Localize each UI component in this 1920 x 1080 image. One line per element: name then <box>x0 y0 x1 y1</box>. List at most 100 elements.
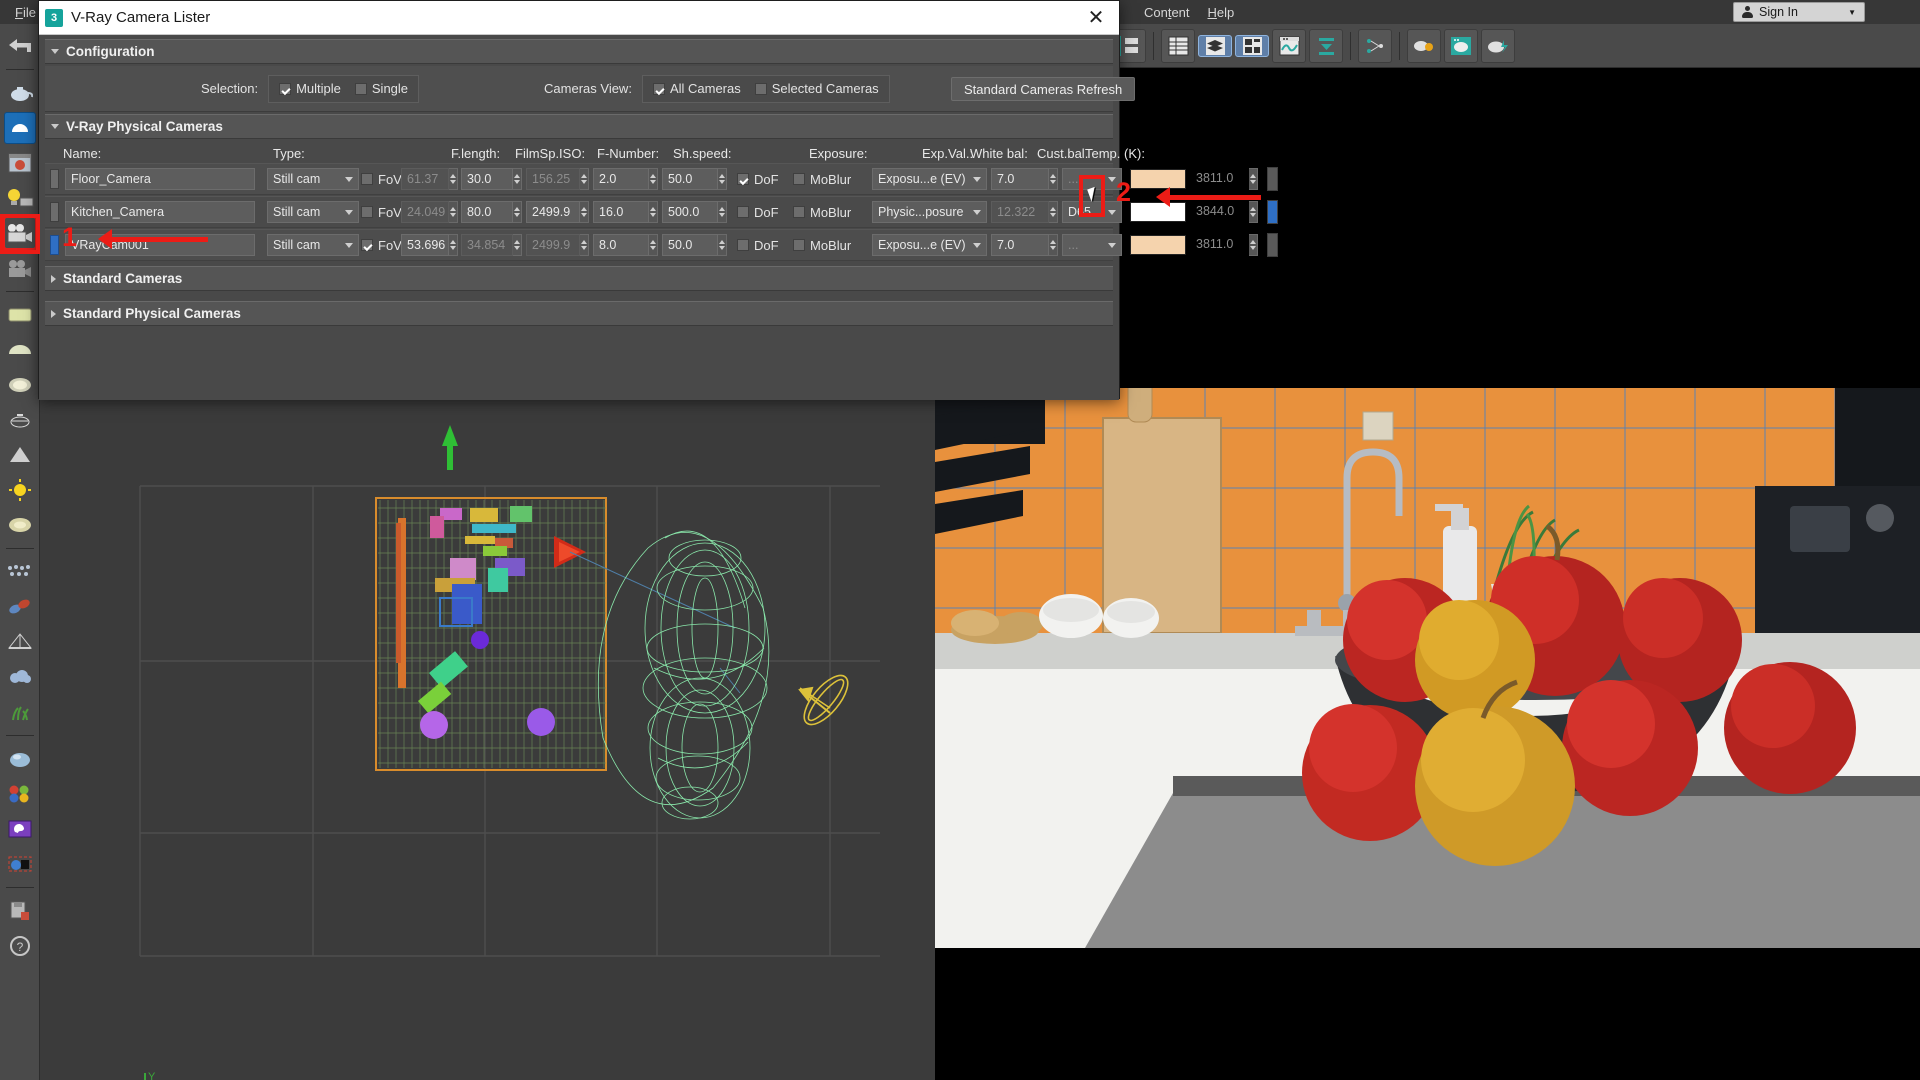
vray-camera-lister-dialog[interactable]: 3 V-Ray Camera Lister ✕ Configuration Se… <box>38 0 1278 400</box>
fnumber-input[interactable]: 16.0 <box>593 201 649 223</box>
filmspeed-input[interactable]: 2499.9 <box>526 234 580 256</box>
flength-input[interactable]: 30.0 <box>461 168 513 190</box>
render-frame-icon[interactable] <box>1481 28 1515 63</box>
sphere-half-icon[interactable] <box>4 334 36 366</box>
filmspeed-spinner[interactable] <box>580 201 589 223</box>
exposure-select[interactable]: Physic...posure <box>872 201 987 223</box>
filmspeed-input[interactable]: 2499.9 <box>526 201 580 223</box>
dof-checkbox[interactable]: DoF <box>737 205 779 220</box>
fnumber-spinner[interactable] <box>649 201 658 223</box>
row-scroll-handle[interactable] <box>1267 200 1278 224</box>
row-select-handle[interactable] <box>50 169 59 189</box>
rollout-standard-physical-cameras[interactable]: Standard Physical Cameras <box>45 301 1113 326</box>
menu-item-help[interactable]: Help <box>1199 2 1244 23</box>
scene-explorer-icon[interactable] <box>1235 34 1269 57</box>
help-icon[interactable]: ? <box>4 930 36 962</box>
temp-spinner[interactable] <box>1249 168 1258 190</box>
render-setup-icon[interactable] <box>1444 28 1478 63</box>
filmspeed-spinner[interactable] <box>580 234 589 256</box>
temp-input[interactable]: 3811.0 <box>1191 234 1249 256</box>
checkbox-selected-cameras[interactable]: Selected Cameras <box>754 81 879 96</box>
fov-spinner[interactable] <box>449 234 458 256</box>
import-icon[interactable] <box>1309 28 1343 63</box>
shspeed-spinner[interactable] <box>718 234 727 256</box>
dof-checkbox[interactable]: DoF <box>737 238 779 253</box>
spreadsheet-icon[interactable] <box>1161 28 1195 63</box>
fov-value-input[interactable]: 24.049 <box>401 201 449 223</box>
temp-input[interactable]: 3811.0 <box>1191 168 1249 190</box>
rollout-standard-cameras[interactable]: Standard Cameras <box>45 266 1113 291</box>
dof-checkbox[interactable]: DoF <box>737 172 779 187</box>
exposure-select[interactable]: Exposu...e (EV) <box>872 168 987 190</box>
moblur-checkbox[interactable]: MoBlur <box>793 172 851 187</box>
expval-input[interactable]: 7.0 <box>991 168 1049 190</box>
teapot-icon[interactable] <box>4 77 36 109</box>
menu-item-content[interactable]: Content <box>1135 2 1199 23</box>
teapot-wire-icon[interactable] <box>4 404 36 436</box>
flength-spinner[interactable] <box>513 234 522 256</box>
schematic-view-icon[interactable] <box>1358 28 1392 63</box>
shspeed-input[interactable]: 500.0 <box>662 201 718 223</box>
fov-checkbox[interactable]: FoV <box>361 205 402 220</box>
flength-input[interactable]: 34.854 <box>461 234 513 256</box>
flength-spinner[interactable] <box>513 168 522 190</box>
checkbox-multiple[interactable]: Multiple <box>279 81 341 96</box>
table-row[interactable]: Kitchen_Camera Still cam FoV 24.049 80.0… <box>45 196 1278 228</box>
material-ball-icon[interactable] <box>4 743 36 775</box>
custbal-color-swatch[interactable] <box>1130 235 1186 255</box>
shspeed-input[interactable]: 50.0 <box>662 234 718 256</box>
close-icon[interactable]: ✕ <box>1079 2 1113 34</box>
table-row[interactable]: Floor_Camera Still cam FoV 61.37 30.0 15… <box>45 163 1278 195</box>
helper-icon[interactable] <box>4 626 36 658</box>
rollout-configuration[interactable]: Configuration <box>45 39 1113 64</box>
sun-icon[interactable] <box>4 474 36 506</box>
expval-input[interactable]: 12.322 <box>991 201 1049 223</box>
cloud-icon[interactable] <box>4 661 36 693</box>
filmspeed-input[interactable]: 156.25 <box>526 168 580 190</box>
row-select-handle[interactable] <box>50 202 59 222</box>
table-row[interactable]: VRayCam001 Still cam FoV 53.696 34.854 2… <box>45 229 1278 261</box>
camera-name-input[interactable]: Kitchen_Camera <box>65 201 255 223</box>
whitebal-select[interactable]: ... <box>1062 234 1122 256</box>
fov-spinner[interactable] <box>449 168 458 190</box>
row-scroll-handle[interactable] <box>1267 233 1278 257</box>
expval-spinner[interactable] <box>1049 201 1058 223</box>
layers-icon[interactable] <box>1198 34 1232 57</box>
particles-icon[interactable] <box>4 556 36 588</box>
grass-icon[interactable] <box>4 696 36 728</box>
camera-name-input[interactable]: Floor_Camera <box>65 168 255 190</box>
palette-icon[interactable] <box>4 813 36 845</box>
dialog-title-bar[interactable]: 3 V-Ray Camera Lister ✕ <box>39 1 1119 35</box>
camera-type-select[interactable]: Still cam <box>267 201 359 223</box>
fov-value-input[interactable]: 61.37 <box>401 168 449 190</box>
select-region-icon[interactable] <box>4 848 36 880</box>
fov-value-input[interactable]: 53.696 <box>401 234 449 256</box>
fnumber-input[interactable]: 2.0 <box>593 168 649 190</box>
render-frame-window-icon[interactable] <box>4 147 36 179</box>
cone-icon[interactable] <box>4 439 36 471</box>
custbal-color-swatch[interactable] <box>1130 169 1186 189</box>
vray-cloud-icon[interactable] <box>3 112 36 144</box>
fnumber-spinner[interactable] <box>649 234 658 256</box>
light-lister-icon[interactable] <box>4 182 36 214</box>
camera-icon[interactable] <box>4 252 36 284</box>
fnumber-input[interactable]: 8.0 <box>593 234 649 256</box>
expval-spinner[interactable] <box>1049 168 1058 190</box>
color-swatches-icon[interactable] <box>4 778 36 810</box>
material-editor-icon[interactable] <box>1407 28 1441 63</box>
shspeed-spinner[interactable] <box>718 168 727 190</box>
shspeed-input[interactable]: 50.0 <box>662 168 718 190</box>
moblur-checkbox[interactable]: MoBlur <box>793 238 851 253</box>
box-icon[interactable] <box>4 299 36 331</box>
curve-editor-icon[interactable] <box>1272 28 1306 63</box>
temp-spinner[interactable] <box>1249 234 1258 256</box>
sign-in-button[interactable]: Sign In ▼ <box>1733 2 1865 22</box>
undo-arrow-icon[interactable] <box>4 30 36 62</box>
ellipse-icon[interactable] <box>4 369 36 401</box>
camera-type-select[interactable]: Still cam <box>267 234 359 256</box>
rollout-vray-physical-cameras[interactable]: V-Ray Physical Cameras <box>45 114 1113 139</box>
flength-spinner[interactable] <box>513 201 522 223</box>
capsule-icon[interactable] <box>4 591 36 623</box>
expval-spinner[interactable] <box>1049 234 1058 256</box>
fov-checkbox[interactable]: FoV <box>361 172 402 187</box>
